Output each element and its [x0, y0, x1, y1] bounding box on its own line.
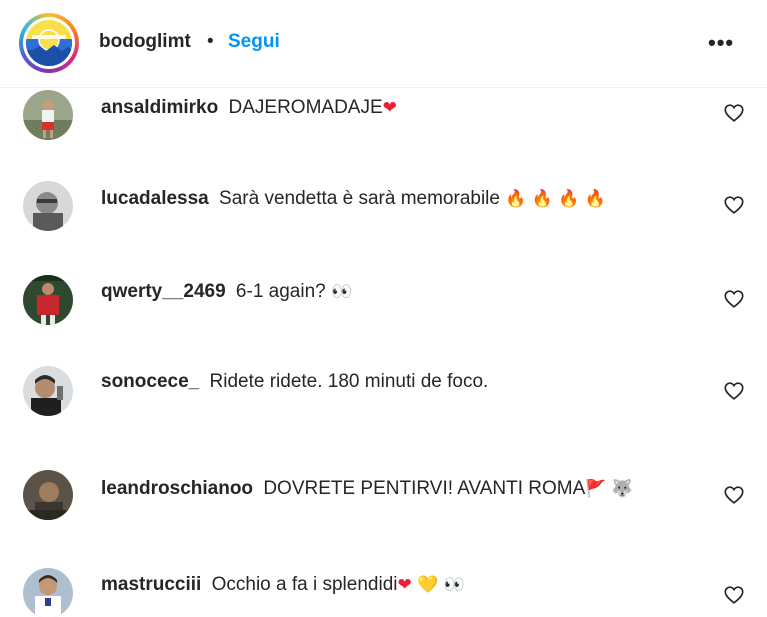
heart-outline-icon[interactable]	[723, 194, 745, 216]
comment-text: mastrucciii Occhio a fa i splendidi❤ 💛 👀	[101, 574, 465, 596]
avatar-photo	[23, 181, 73, 231]
eyes-icon: 👀	[331, 282, 353, 302]
heart-outline-icon[interactable]	[723, 484, 745, 506]
commenter-avatar[interactable]	[23, 568, 73, 617]
commenter-avatar[interactable]	[23, 90, 73, 140]
avatar-photo	[23, 568, 73, 617]
post-header: bodoglimt • Segui •••	[0, 0, 767, 88]
yellow-heart-icon: 💛	[417, 575, 439, 595]
comment-row: sonocece_ Ridete ridete. 180 minuti de f…	[0, 366, 767, 426]
comment-text: sonocece_ Ridete ridete. 180 minuti de f…	[101, 371, 488, 393]
fire-icon: 🔥	[584, 189, 606, 209]
comment-text: lucadalessa Sarà vendetta è sarà memorab…	[101, 188, 606, 210]
author-avatar-ring	[23, 17, 75, 69]
commenter-avatar[interactable]	[23, 181, 73, 231]
comment-row: mastrucciii Occhio a fa i splendidi❤ 💛 👀	[0, 568, 767, 617]
comment-row: lucadalessa Sarà vendetta è sarà memorab…	[0, 181, 767, 241]
heart-outline-icon[interactable]	[723, 102, 745, 124]
heart-outline-icon[interactable]	[723, 288, 745, 310]
comment-body: Ridete ridete. 180 minuti de foco.	[209, 371, 489, 392]
commenter-avatar[interactable]	[23, 470, 73, 520]
comment-body: 6-1 again?	[235, 281, 326, 302]
heart-outline-icon[interactable]	[723, 380, 745, 402]
red-heart-icon: ❤	[397, 575, 412, 595]
follow-button[interactable]: Segui	[228, 31, 280, 53]
fire-icon: 🔥	[505, 189, 527, 209]
comment-row: qwerty__2469 6-1 again? 👀	[0, 275, 767, 335]
comment-username[interactable]: sonocece_	[101, 371, 205, 392]
commenter-avatar[interactable]	[23, 275, 73, 325]
comment-username[interactable]: leandroschianoo	[101, 478, 258, 499]
comment-body: DAJEROMADAJE	[228, 97, 383, 118]
red-heart-icon: ❤	[382, 98, 397, 118]
comment-row: ansaldimirko DAJEROMADAJE❤	[0, 90, 767, 150]
comment-body: Occhio a fa i splendidi	[211, 574, 398, 595]
wolf-icon: 🐺	[611, 479, 633, 499]
fire-icon: 🔥	[531, 189, 553, 209]
comment-list: ansaldimirko DAJEROMADAJE❤ lucadalessa S…	[0, 88, 767, 617]
comment-username[interactable]: mastrucciii	[101, 574, 207, 595]
comment-text: ansaldimirko DAJEROMADAJE❤	[101, 97, 397, 119]
fire-icon: 🔥	[558, 189, 580, 209]
instagram-post-comments: bodoglimt • Segui ••• ansaldimirko DAJER…	[0, 0, 767, 617]
header-separator: •	[207, 31, 214, 52]
comment-username[interactable]: lucadalessa	[101, 188, 214, 209]
comment-row: leandroschianoo DOVRETE PENTIRVI! AVANTI…	[0, 470, 767, 530]
club-logo	[26, 20, 72, 66]
comment-body: DOVRETE PENTIRVI! AVANTI ROMA	[263, 478, 586, 499]
avatar-photo	[23, 275, 73, 325]
comment-body: Sarà vendetta è sarà memorabile	[219, 188, 500, 209]
avatar-photo	[23, 470, 73, 520]
author-avatar[interactable]	[19, 13, 79, 73]
comment-text: qwerty__2469 6-1 again? 👀	[101, 281, 352, 303]
comment-username[interactable]: ansaldimirko	[101, 97, 224, 118]
commenter-avatar[interactable]	[23, 366, 73, 416]
more-options-icon[interactable]: •••	[708, 30, 738, 56]
avatar-photo	[23, 90, 73, 140]
eyes-icon: 👀	[443, 575, 465, 595]
club-logo-graphic	[26, 20, 72, 66]
comment-username[interactable]: qwerty__2469	[101, 281, 231, 302]
red-flag-icon: 🚩	[585, 479, 607, 499]
comment-text: leandroschianoo DOVRETE PENTIRVI! AVANTI…	[101, 478, 633, 500]
avatar-photo	[23, 366, 73, 416]
author-username[interactable]: bodoglimt	[99, 31, 191, 53]
heart-outline-icon[interactable]	[723, 584, 745, 606]
